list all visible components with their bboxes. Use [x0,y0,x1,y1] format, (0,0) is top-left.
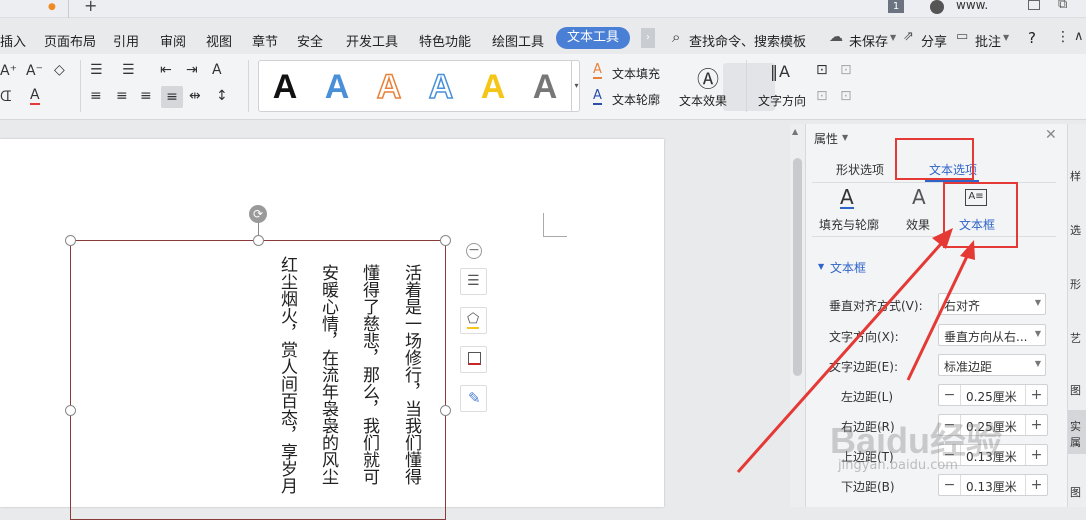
arrow-head [960,240,975,260]
watermark-logo: Baidu经验 [830,420,1003,461]
watermark-url: jingyan.baidu.com [838,458,958,473]
arrow-head [932,228,953,249]
